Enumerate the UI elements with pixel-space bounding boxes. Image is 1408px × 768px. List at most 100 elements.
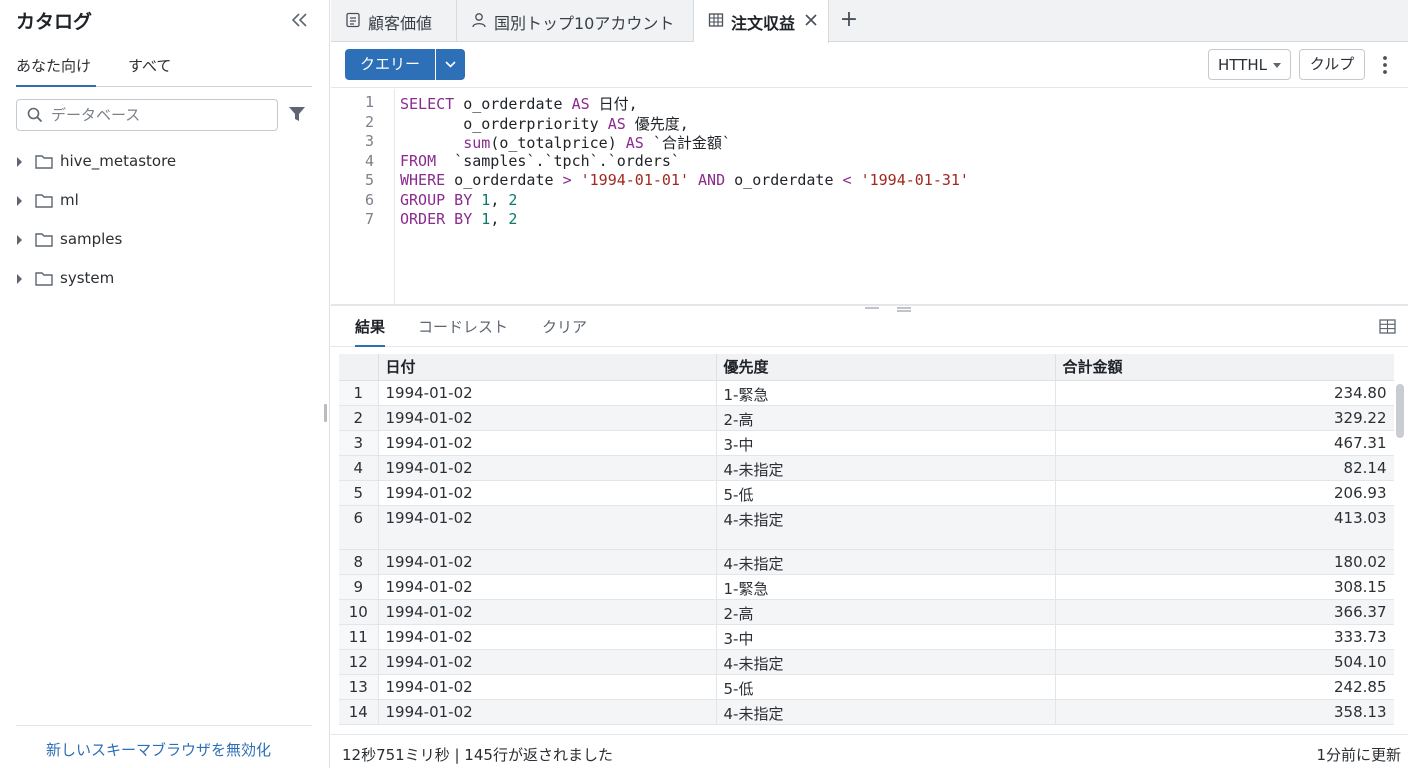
sidebar-tabs: あなた向け すべて xyxy=(16,55,312,87)
cell-priority: 4-未指定 xyxy=(716,699,1056,725)
cell-priority: 3-中 xyxy=(716,624,1056,650)
cell-date: 1994-01-02 xyxy=(378,380,717,406)
row-number: 8 xyxy=(339,549,379,575)
caret-down-icon xyxy=(1273,63,1281,68)
table-row: 9 1994-01-02 1-緊急 308.15 xyxy=(339,574,1394,600)
row-number: 9 xyxy=(339,574,379,600)
disable-schema-browser-link[interactable]: 新しいスキーマブラウザを無効化 xyxy=(46,739,271,760)
more-options-icon[interactable] xyxy=(1379,54,1391,76)
cell-total: 242.85 xyxy=(1055,674,1394,700)
tree-item-samples[interactable]: samples xyxy=(16,226,312,254)
tree-item-label: ml xyxy=(60,191,79,209)
filter-icon[interactable] xyxy=(288,105,306,123)
line-number: 3 xyxy=(364,132,374,150)
query-toolbar: クエリー HTTHL クルプ xyxy=(331,43,1408,88)
cell-total: 413.03 xyxy=(1055,505,1394,550)
row-number: 14 xyxy=(339,699,379,725)
table-row: 11 1994-01-02 3-中 333.73 xyxy=(339,624,1394,650)
chevron-right-icon[interactable] xyxy=(16,156,24,168)
collapse-sidebar-icon[interactable] xyxy=(289,10,311,30)
tab-results[interactable]: 結果 xyxy=(355,316,386,347)
tab-top10-accounts[interactable]: 国別トップ10アカウント xyxy=(457,0,694,42)
line-number: 6 xyxy=(364,190,374,209)
table-row: 14 1994-01-02 4-未指定 358.13 xyxy=(339,699,1394,725)
clip-button[interactable]: クルプ xyxy=(1299,49,1365,80)
cell-priority: 4-未指定 xyxy=(716,549,1056,575)
cell-priority: 2-高 xyxy=(716,599,1056,625)
line-number: 7 xyxy=(364,210,374,228)
chevron-right-icon[interactable] xyxy=(16,195,24,207)
results-tabs: 結果 コードレスト クリア xyxy=(331,307,1408,347)
cell-date: 1994-01-02 xyxy=(378,699,717,725)
table-row: 5 1994-01-02 5-低 206.93 xyxy=(339,480,1394,506)
cell-total: 333.73 xyxy=(1055,624,1394,650)
line-number-gutter: 1 2 3 4 5 6 7 xyxy=(331,89,395,304)
row-number: 4 xyxy=(339,455,379,481)
tree-item-label: hive_metastore xyxy=(60,152,177,170)
line-number: 4 xyxy=(364,151,374,170)
chevron-right-icon[interactable] xyxy=(16,234,24,246)
grid-view-icon[interactable] xyxy=(1379,319,1396,334)
row-number: 12 xyxy=(339,649,379,675)
table-row: 10 1994-01-02 2-高 366.37 xyxy=(339,599,1394,625)
cell-date: 1994-01-02 xyxy=(378,624,717,650)
last-updated: 1分前に更新 xyxy=(1316,746,1401,764)
tab-all[interactable]: すべて xyxy=(128,55,178,87)
results-table: 日付 優先度 合計金額 1 1994-01-02 1-緊急 234.80 2 1… xyxy=(339,354,1394,734)
cell-date: 1994-01-02 xyxy=(378,574,717,600)
folder-icon xyxy=(35,194,53,208)
cell-priority: 4-未指定 xyxy=(716,649,1056,675)
sidebar-title: カタログ xyxy=(16,11,93,33)
column-header[interactable]: 日付 xyxy=(378,354,717,381)
run-options-dropdown[interactable] xyxy=(436,49,465,80)
cell-date: 1994-01-02 xyxy=(378,405,717,431)
tree-item-hive-metastore[interactable]: hive_metastore xyxy=(16,148,312,176)
cell-priority: 1-緊急 xyxy=(716,380,1056,406)
cell-priority: 5-低 xyxy=(716,674,1056,700)
sidebar-resize-handle[interactable] xyxy=(324,404,327,422)
tab-clear[interactable]: クリア xyxy=(542,316,587,347)
row-number: 6 xyxy=(339,505,379,550)
table-row: 8 1994-01-02 4-未指定 180.02 xyxy=(339,549,1394,575)
cell-total: 206.93 xyxy=(1055,480,1394,506)
tab-customer-value[interactable]: 顧客価値 xyxy=(331,0,457,42)
tab-for-you[interactable]: あなた向け xyxy=(16,55,96,87)
chevron-right-icon[interactable] xyxy=(16,273,24,285)
cell-total: 504.10 xyxy=(1055,649,1394,675)
code-line: o_orderpriority AS 優先度, xyxy=(400,114,689,133)
table-row: 12 1994-01-02 4-未指定 504.10 xyxy=(339,649,1394,675)
close-icon[interactable] xyxy=(804,13,818,27)
tree-item-ml[interactable]: ml xyxy=(16,187,312,215)
format-select[interactable]: HTTHL xyxy=(1208,49,1291,80)
search-input[interactable] xyxy=(51,104,271,126)
table-row: 3 1994-01-02 3-中 467.31 xyxy=(339,430,1394,456)
table-header-row: 日付 優先度 合計金額 xyxy=(339,354,1394,381)
column-header-index xyxy=(339,354,379,381)
tab-label: 顧客価値 xyxy=(368,14,433,33)
tree-item-label: system xyxy=(60,269,115,287)
column-header[interactable]: 合計金額 xyxy=(1055,354,1394,381)
add-tab-icon[interactable]: + xyxy=(838,8,860,32)
results-scrollbar[interactable] xyxy=(1396,384,1404,438)
folder-icon xyxy=(35,233,53,247)
run-query-button[interactable]: クエリー xyxy=(345,49,435,80)
sql-editor[interactable]: 1 2 3 4 5 6 7 SELECT o_orderdate AS 日付, … xyxy=(331,89,1408,304)
cell-date: 1994-01-02 xyxy=(378,674,717,700)
database-search[interactable] xyxy=(16,99,278,131)
table-row: 4 1994-01-02 4-未指定 82.14 xyxy=(339,455,1394,481)
row-number: 1 xyxy=(339,380,379,406)
cell-total: 82.14 xyxy=(1055,455,1394,481)
cell-priority: 4-未指定 xyxy=(716,455,1056,481)
column-header[interactable]: 優先度 xyxy=(716,354,1056,381)
tree-item-system[interactable]: system xyxy=(16,265,312,293)
tab-code[interactable]: コードレスト xyxy=(418,316,508,347)
status-bar: 12秒751ミリ秒 | 145行が返されました 1分前に更新 xyxy=(331,734,1408,768)
cell-priority: 5-低 xyxy=(716,480,1056,506)
cell-date: 1994-01-02 xyxy=(378,430,717,456)
table-row: 1 1994-01-02 1-緊急 234.80 xyxy=(339,380,1394,406)
cell-date: 1994-01-02 xyxy=(378,455,717,481)
table-row: 13 1994-01-02 5-低 242.85 xyxy=(339,674,1394,700)
tab-order-revenue[interactable]: 注文収益 xyxy=(694,0,829,43)
execution-summary: 12秒751ミリ秒 | 145行が返されました xyxy=(342,746,613,764)
row-number: 5 xyxy=(339,480,379,506)
